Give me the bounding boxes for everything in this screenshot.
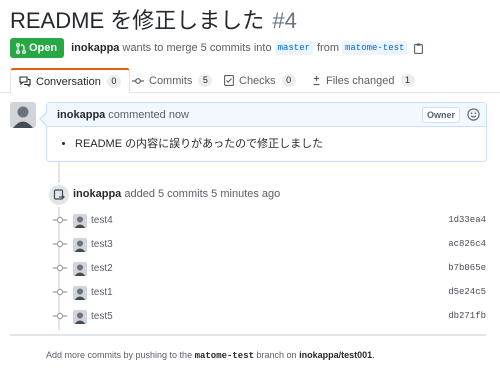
push-hint-middle: branch on	[256, 350, 297, 360]
comment-box: inokappa commented now Owner README の内容に…	[39, 102, 487, 162]
git-commit-icon	[53, 312, 67, 320]
git-commit-icon	[53, 264, 67, 272]
comment-timestamp[interactable]: commented now	[108, 109, 189, 121]
comment-body: README の内容に誤りがあったので修正しました	[47, 127, 486, 151]
tab-count: 5	[198, 74, 213, 87]
avatar[interactable]	[73, 238, 87, 252]
diff-icon	[313, 75, 320, 86]
page-title: README を修正しました #4	[10, 6, 297, 36]
tab-label: Commits	[149, 74, 193, 87]
clipboard-icon[interactable]	[414, 43, 424, 54]
tab-label: Conversation	[36, 75, 101, 88]
commit-row: test1 d5e24c5	[50, 284, 490, 302]
comment-discussion-icon	[19, 76, 31, 87]
checklist-icon	[224, 75, 234, 86]
status-badge: Open	[10, 38, 65, 58]
base-branch[interactable]: master	[274, 41, 313, 55]
commit-message[interactable]: test3	[91, 239, 113, 250]
comment-body-item: README の内容に誤りがあったので修正しました	[75, 135, 476, 151]
commit-sha[interactable]: b7b065e	[448, 263, 486, 273]
owner-badge: Owner	[421, 107, 460, 123]
commit-row: test5 db271fb	[50, 308, 490, 326]
pr-author-link[interactable]: inokappa	[71, 42, 119, 54]
tab-count: 0	[106, 75, 121, 88]
tab-checks[interactable]: Checks 0	[224, 68, 296, 93]
commit-message[interactable]: test4	[91, 215, 113, 226]
push-hint: Add more commits by pushing to the matom…	[46, 350, 375, 361]
head-branch[interactable]: matome-test	[342, 41, 408, 55]
avatar[interactable]	[73, 214, 87, 228]
tab-count: 1	[400, 74, 415, 87]
repo-push-icon	[47, 183, 71, 207]
tab-bar: Conversation 0 Commits 5 Checks 0 Files …	[0, 68, 500, 94]
smiley-icon[interactable]	[467, 108, 480, 121]
git-commit-icon	[53, 240, 67, 248]
from-text: from	[317, 42, 339, 54]
commit-message[interactable]: test5	[91, 311, 113, 322]
avatar[interactable]	[73, 286, 87, 300]
commit-sha[interactable]: 1d33ea4	[448, 215, 486, 225]
pr-number: #4	[272, 8, 297, 33]
commit-sha[interactable]: ac826c4	[448, 239, 486, 249]
tab-conversation[interactable]: Conversation 0	[10, 68, 130, 94]
status-label: Open	[29, 42, 58, 54]
commit-message[interactable]: test2	[91, 263, 113, 274]
tab-count: 0	[281, 74, 296, 87]
git-commit-icon	[53, 216, 67, 224]
tab-commits[interactable]: Commits 5	[132, 68, 213, 93]
commit-row: test3 ac826c4	[50, 236, 490, 254]
push-hint-branch: matome-test	[194, 351, 255, 361]
commit-row: test2 b7b065e	[50, 260, 490, 278]
event-description: added 5 commits 5 minutes ago	[124, 188, 281, 200]
comment-header: inokappa commented now	[47, 103, 486, 127]
commit-sha[interactable]: d5e24c5	[448, 287, 486, 297]
tab-label: Checks	[239, 74, 276, 87]
avatar[interactable]	[73, 310, 87, 324]
pull-request-icon	[16, 42, 26, 54]
comment-author[interactable]: inokappa	[57, 109, 105, 121]
commit-sha[interactable]: db271fb	[448, 311, 486, 321]
git-commit-icon	[53, 288, 67, 296]
push-hint-suffix: .	[372, 350, 375, 360]
git-commit-icon	[132, 77, 144, 84]
commits-event: inokappa added 5 commits 5 minutes ago	[73, 188, 280, 200]
tab-label: Files changed	[326, 74, 395, 87]
commit-row: test4 1d33ea4	[50, 212, 490, 230]
push-hint-repo[interactable]: inokappa/test001	[299, 350, 372, 360]
tab-files-changed[interactable]: Files changed 1	[312, 68, 415, 93]
avatar[interactable]	[10, 102, 36, 128]
pr-meta: Open inokappa wants to merge 5 commits i…	[10, 38, 424, 58]
pr-title: README を修正しました	[10, 8, 265, 33]
commit-message[interactable]: test1	[91, 287, 113, 298]
merge-text: wants to merge 5 commits into	[122, 42, 272, 54]
avatar[interactable]	[73, 262, 87, 276]
timeline-divider	[10, 334, 486, 336]
event-author[interactable]: inokappa	[73, 188, 121, 200]
push-hint-prefix: Add more commits by pushing to the	[46, 350, 193, 360]
